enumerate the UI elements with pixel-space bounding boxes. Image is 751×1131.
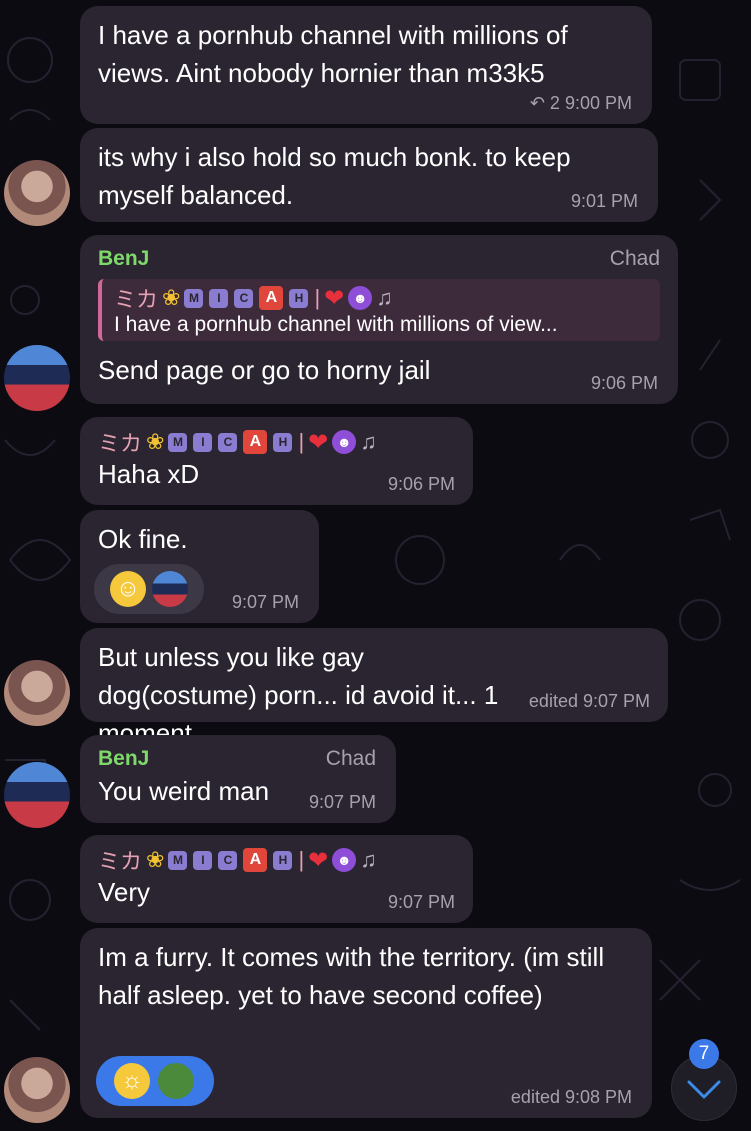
message-time: 9:01 PM	[570, 191, 638, 211]
heart-icon: ❤	[308, 846, 329, 874]
reply-sender: ミカ ❀ MICAH | ❤ ☻ ♫	[114, 283, 648, 313]
message-time: edited 9:08 PM	[510, 1087, 632, 1107]
letter-tile: C	[218, 432, 238, 452]
sender-name: ミカ	[98, 431, 143, 456]
letter-tile: H	[273, 432, 293, 452]
message-time: 9:06 PM	[387, 474, 455, 494]
message-meta: ↶ 2 9:00 PM	[530, 93, 632, 114]
letter-tile: I	[193, 850, 213, 870]
sender-name-decorated[interactable]: ミカ ❀ MICAH | ❤ ☻ ♫	[98, 427, 455, 457]
laughing-emoji-icon: ☺	[110, 571, 146, 607]
letter-tile: C	[234, 288, 254, 308]
letter-tile: A	[243, 848, 268, 872]
heart-icon: ❤	[308, 428, 329, 456]
reply-preview[interactable]: ミカ ❀ MICAH | ❤ ☻ ♫ I have a pornhub chan…	[98, 279, 660, 341]
reply-sender-name: ミカ	[114, 287, 159, 312]
message-bubble[interactable]: BenJ Chad ミカ ❀ MICAH | ❤ ☻ ♫ I have a po…	[80, 235, 678, 404]
forward-count: 2	[549, 93, 560, 113]
name-separator: |	[314, 285, 321, 310]
ribbon-icon: ❀	[146, 429, 165, 454]
scared-emoji-icon: ☼	[114, 1063, 150, 1099]
music-note-icon: ♫	[360, 847, 377, 872]
music-note-icon: ♫	[376, 285, 393, 310]
message-text: Ok fine.	[98, 524, 188, 554]
name-separator: |	[298, 429, 305, 454]
message-bubble[interactable]: ミカ ❀ MICAH | ❤ ☻ ♫ Haha xD 9:06 PM	[80, 417, 473, 505]
avatar[interactable]	[4, 345, 70, 411]
message-text: I have a pornhub channel with millions o…	[98, 20, 568, 88]
avatar[interactable]	[4, 160, 70, 226]
avatar[interactable]	[4, 762, 70, 828]
reactor-avatar	[158, 1063, 194, 1099]
reply-text: I have a pornhub channel with millions o…	[114, 313, 558, 336]
heart-icon: ❤	[324, 284, 345, 312]
message-bubble[interactable]: its why i also hold so much bonk. to kee…	[80, 128, 658, 222]
sender-name-decorated[interactable]: ミカ ❀ MICAH | ❤ ☻ ♫	[98, 845, 455, 875]
message-bubble[interactable]: ミカ ❀ MICAH | ❤ ☻ ♫ Very 9:07 PM	[80, 835, 473, 923]
avatar[interactable]	[4, 660, 70, 726]
avatar[interactable]	[4, 1057, 70, 1123]
message-time: 9:07 PM	[308, 792, 376, 812]
message-bubble[interactable]: Im a furry. It comes with the territory.…	[80, 928, 652, 1118]
letter-tile: M	[168, 432, 188, 452]
message-text: Im a furry. It comes with the territory.…	[98, 942, 605, 1010]
unread-badge: 7	[689, 1039, 719, 1069]
message-time: 9:07 PM	[231, 592, 299, 612]
reactor-avatar	[152, 571, 188, 607]
member-tag: Chad	[325, 747, 376, 770]
ribbon-icon: ❀	[162, 285, 181, 310]
message-bubble[interactable]: I have a pornhub channel with millions o…	[80, 6, 652, 124]
devil-icon: ☻	[332, 430, 357, 454]
message-time: 9:06 PM	[590, 373, 658, 393]
message-bubble[interactable]: BenJ Chad You weird man 9:07 PM	[80, 735, 396, 823]
letter-tile: C	[218, 850, 238, 870]
reply-arrow-icon: ↶	[529, 93, 545, 113]
member-tag: Chad	[609, 247, 660, 270]
message-bubble[interactable]: But unless you like gay dog(costume) por…	[80, 628, 668, 748]
letter-tile: A	[243, 430, 268, 454]
letter-tile: H	[273, 850, 293, 870]
message-time: 9:07 PM	[387, 892, 455, 912]
letter-tile: M	[168, 850, 188, 870]
letter-tile: H	[289, 288, 309, 308]
sender-name: ミカ	[98, 849, 143, 874]
message-time: 9:00 PM	[564, 93, 632, 113]
devil-icon: ☻	[348, 286, 373, 310]
letter-tile: I	[193, 432, 213, 452]
message-text: its why i also hold so much bonk. to kee…	[98, 142, 571, 210]
message-time: edited 9:07 PM	[528, 691, 650, 711]
name-separator: |	[298, 847, 305, 872]
letter-tile: M	[184, 288, 204, 308]
ribbon-icon: ❀	[146, 847, 165, 872]
music-note-icon: ♫	[360, 429, 377, 454]
letter-tile: A	[259, 286, 284, 310]
message-bubble[interactable]: Ok fine. ☺ 9:07 PM	[80, 510, 319, 623]
sender-name[interactable]: BenJ	[98, 245, 660, 273]
devil-icon: ☻	[332, 848, 357, 872]
letter-tile: I	[209, 288, 229, 308]
reaction-pill[interactable]: ☼	[96, 1056, 214, 1106]
message-text: Send page or go to horny jail	[98, 355, 431, 385]
reaction-pill[interactable]: ☺	[94, 564, 204, 614]
